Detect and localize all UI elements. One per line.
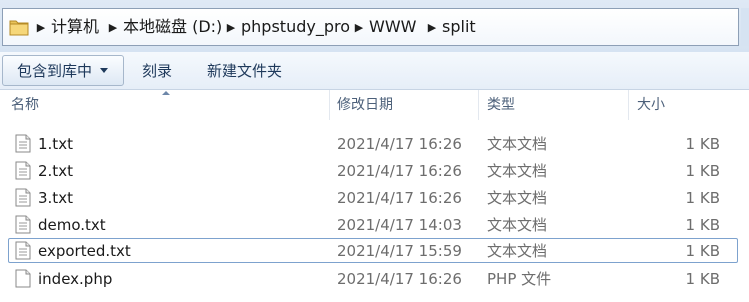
include-in-library-label: 包含到库中 (17, 62, 93, 80)
column-divider[interactable] (478, 90, 479, 120)
file-size: 1 KB (685, 270, 720, 288)
file-size: 1 KB (685, 135, 720, 153)
file-type: 文本文档 (487, 242, 548, 260)
file-name: 2.txt (38, 162, 73, 180)
file-type: 文本文档 (487, 189, 548, 207)
file-name: exported.txt (38, 242, 131, 260)
new-folder-button[interactable]: 新建文件夹 (207, 61, 282, 81)
text-file-icon (15, 134, 31, 153)
file-type: PHP 文件 (487, 270, 552, 288)
file-row[interactable]: 2.txt 2021/4/17 16:26 文本文档 1 KB (8, 158, 738, 183)
file-name: 1.txt (38, 135, 73, 153)
column-divider[interactable] (329, 90, 330, 120)
column-header-modified[interactable]: 修改日期 (337, 95, 393, 115)
file-name: index.php (38, 270, 113, 288)
address-bar-area: ▶ 计算机 ▶ 本地磁盘 (D:) ▶ phpstudy_pro ▶ WWW ▶… (0, 0, 749, 52)
file-row[interactable]: 1.txt 2021/4/17 16:26 文本文档 1 KB (8, 131, 738, 156)
breadcrumb-chevron-icon[interactable]: ▶ (35, 20, 47, 36)
column-header-size[interactable]: 大小 (637, 95, 665, 115)
file-type: 文本文档 (487, 162, 548, 180)
breadcrumb-chevron-icon[interactable]: ▶ (225, 20, 237, 36)
breadcrumb-www[interactable]: WWW (369, 16, 416, 38)
include-in-library-button[interactable]: 包含到库中 (2, 55, 124, 86)
file-size: 1 KB (685, 162, 720, 180)
file-modified: 2021/4/17 15:59 (337, 242, 462, 260)
breadcrumb-chevron-icon[interactable]: ▶ (426, 20, 438, 36)
dropdown-caret-icon (100, 68, 108, 73)
sort-ascending-icon (162, 91, 170, 95)
breadcrumb-chevron-icon[interactable]: ▶ (107, 20, 119, 36)
file-modified: 2021/4/17 16:26 (337, 270, 462, 288)
file-modified: 2021/4/17 16:26 (337, 189, 462, 207)
explorer-window: ▶ 计算机 ▶ 本地磁盘 (D:) ▶ phpstudy_pro ▶ WWW ▶… (0, 0, 749, 302)
file-row-focused[interactable]: exported.txt 2021/4/17 15:59 文本文档 1 KB (8, 238, 738, 263)
column-divider[interactable] (628, 90, 629, 120)
folder-icon (9, 20, 29, 36)
column-header-name[interactable]: 名称 (11, 95, 39, 115)
breadcrumb-local-disk[interactable]: 本地磁盘 (D:) (123, 16, 222, 38)
file-type: 文本文档 (487, 216, 548, 234)
command-bar: 包含到库中 刻录 新建文件夹 (0, 52, 749, 90)
file-modified: 2021/4/17 16:26 (337, 162, 462, 180)
breadcrumb-split[interactable]: split (442, 16, 476, 38)
text-file-icon (15, 188, 31, 207)
breadcrumb-computer[interactable]: 计算机 (51, 16, 99, 38)
text-file-icon (15, 241, 31, 260)
file-row[interactable]: index.php 2021/4/17 16:26 PHP 文件 1 KB (8, 266, 738, 291)
file-name: demo.txt (38, 216, 106, 234)
text-file-icon (15, 215, 31, 234)
file-modified: 2021/4/17 16:26 (337, 135, 462, 153)
burn-button[interactable]: 刻录 (142, 61, 172, 81)
file-size: 1 KB (685, 216, 720, 234)
generic-file-icon (15, 269, 31, 288)
file-name: 3.txt (38, 189, 73, 207)
file-size: 1 KB (685, 189, 720, 207)
file-type: 文本文档 (487, 135, 548, 153)
breadcrumb-chevron-icon[interactable]: ▶ (353, 20, 365, 36)
address-bar[interactable]: ▶ 计算机 ▶ 本地磁盘 (D:) ▶ phpstudy_pro ▶ WWW ▶… (2, 8, 739, 46)
column-header-row: 名称 修改日期 类型 大小 (0, 90, 749, 120)
address-bar-edge (741, 8, 749, 46)
file-modified: 2021/4/17 14:03 (337, 216, 462, 234)
file-row[interactable]: demo.txt 2021/4/17 14:03 文本文档 1 KB (8, 212, 738, 237)
file-row[interactable]: 3.txt 2021/4/17 16:26 文本文档 1 KB (8, 185, 738, 210)
text-file-icon (15, 161, 31, 180)
column-header-type[interactable]: 类型 (487, 95, 515, 115)
breadcrumb-phpstudy[interactable]: phpstudy_pro (241, 16, 350, 38)
file-size: 1 KB (685, 242, 720, 260)
